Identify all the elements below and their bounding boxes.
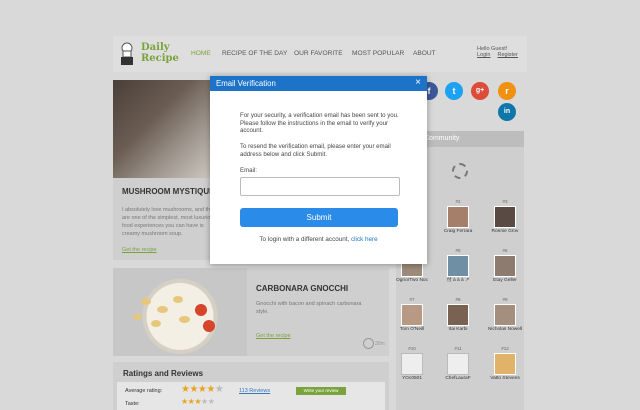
email-field[interactable] xyxy=(240,177,400,196)
click-here-link[interactable]: click here xyxy=(351,236,378,243)
email-label: Email: xyxy=(240,167,257,174)
submit-button[interactable]: Submit xyxy=(240,208,398,227)
modal-overlay: Email Verification × For your security, … xyxy=(0,0,640,410)
close-icon[interactable]: × xyxy=(412,77,424,89)
modal-header: Email Verification × xyxy=(210,76,427,91)
email-verification-modal: Email Verification × For your security, … xyxy=(210,76,427,264)
different-account-line: To login with a different account, click… xyxy=(210,236,427,243)
verification-message: For your security, a verification email … xyxy=(240,112,399,134)
resend-instructions: To resend the verification email, please… xyxy=(240,143,391,158)
page: Daily Recipe HOME RECIPE OF THE DAY OUR … xyxy=(0,0,640,410)
modal-title: Email Verification xyxy=(216,79,276,88)
different-account-text: To login with a different account, xyxy=(259,236,350,243)
